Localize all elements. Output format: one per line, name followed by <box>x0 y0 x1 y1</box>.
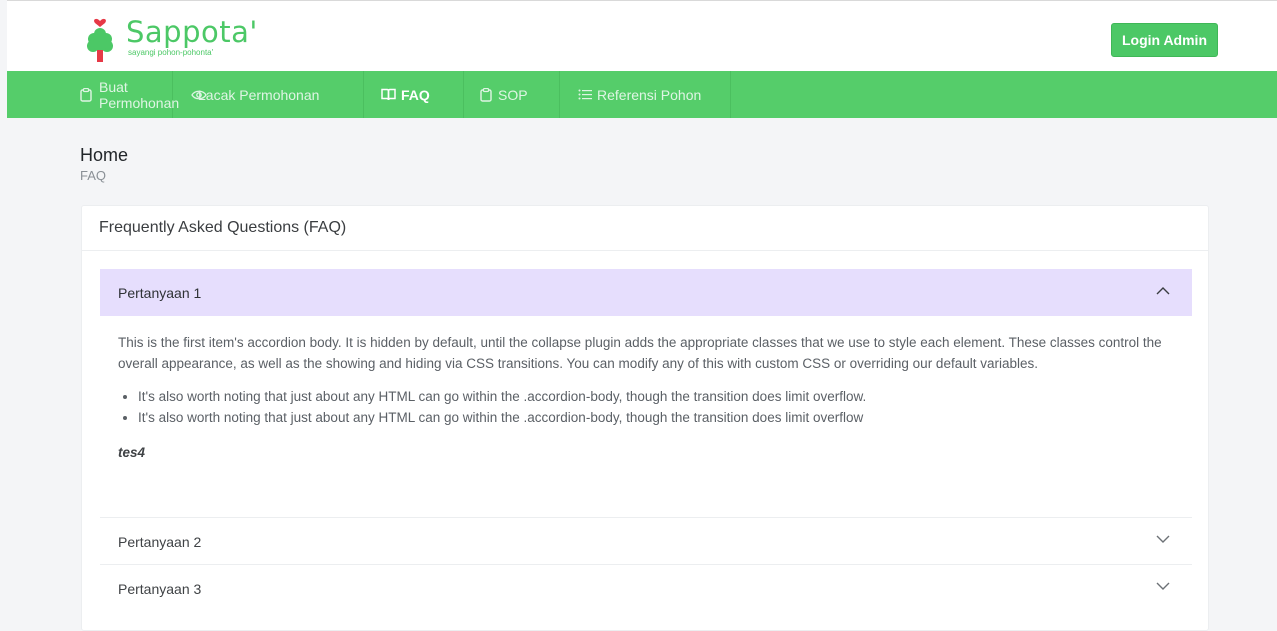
nav-item-buat-permohonan[interactable]: Buat Permohonan <box>7 71 179 118</box>
nav-label: Buat Permohonan <box>99 78 180 111</box>
nav-item-referensi-pohon[interactable]: Referensi Pohon <box>560 71 731 118</box>
accordion-header-pertanyaan-2[interactable]: Pertanyaan 2 <box>100 518 1192 565</box>
logo[interactable]: Sappota' sayangi pohon-pohonta' <box>87 15 287 63</box>
accordion-bullet-list: It's also worth noting that just about a… <box>118 386 1174 428</box>
accordion-question: Pertanyaan 1 <box>118 284 202 301</box>
book-icon <box>381 88 396 101</box>
accordion-question: Pertanyaan 3 <box>118 580 202 597</box>
tree-logo-icon <box>87 18 113 62</box>
top-header: Sappota' sayangi pohon-pohonta' Login Ad… <box>7 0 1277 71</box>
accordion-emphasis-text: tes4 <box>118 445 146 460</box>
list-item: It's also worth noting that just about a… <box>138 386 1174 407</box>
nav-label: Lacak Permohonan <box>198 86 320 103</box>
list-item: It's also worth noting that just about a… <box>138 407 1174 428</box>
nav-item-faq[interactable]: FAQ <box>364 71 464 118</box>
faq-card-title: Frequently Asked Questions (FAQ) <box>82 206 1208 251</box>
nav-item-lacak-permohonan[interactable]: Lacak Permohonan <box>173 71 364 118</box>
accordion-body-text: This is the first item's accordion body.… <box>118 335 1162 371</box>
list-icon <box>578 89 592 100</box>
chevron-down-icon <box>1156 535 1170 543</box>
accordion-question: Pertanyaan 2 <box>118 533 202 550</box>
accordion-item: Pertanyaan 3 <box>100 564 1192 612</box>
chevron-up-icon <box>1156 287 1170 295</box>
nav-item-sop[interactable]: SOP <box>464 71 560 118</box>
breadcrumb[interactable]: FAQ <box>80 168 106 183</box>
login-admin-button[interactable]: Login Admin <box>1111 23 1218 57</box>
main-nav: Buat Permohonan Lacak Permohonan FAQ SOP… <box>7 71 1277 118</box>
accordion-item: Pertanyaan 2 <box>100 517 1192 565</box>
logo-tagline: sayangi pohon-pohonta' <box>128 48 214 57</box>
accordion-header-pertanyaan-1[interactable]: Pertanyaan 1 <box>100 269 1192 316</box>
eye-icon <box>191 89 207 101</box>
clipboard-icon <box>80 87 92 102</box>
accordion-item: Pertanyaan 1 This is the first item's ac… <box>100 269 1192 463</box>
logo-title: Sappota' <box>126 15 258 49</box>
faq-card: Frequently Asked Questions (FAQ) Pertany… <box>81 205 1209 631</box>
accordion-body: This is the first item's accordion body.… <box>100 316 1192 463</box>
accordion-header-pertanyaan-3[interactable]: Pertanyaan 3 <box>100 565 1192 612</box>
nav-label: Referensi Pohon <box>597 86 702 103</box>
chevron-down-icon <box>1156 582 1170 590</box>
nav-label: FAQ <box>401 86 430 103</box>
nav-label: SOP <box>498 86 528 103</box>
clipboard-icon <box>480 87 492 102</box>
page-title: Home <box>80 145 129 165</box>
